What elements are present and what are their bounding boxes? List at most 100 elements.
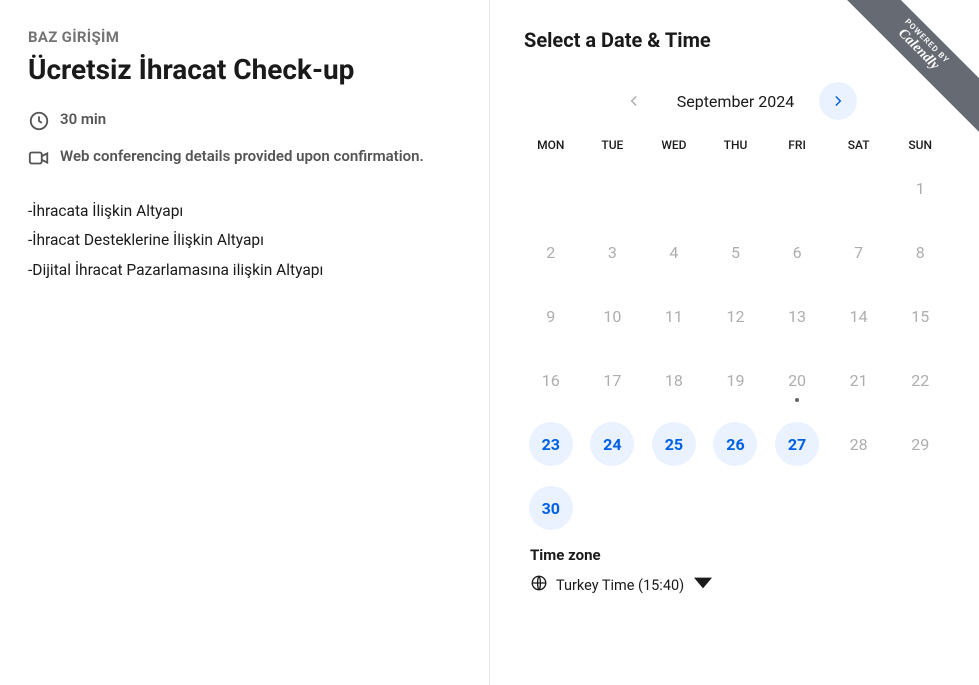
calendar-cell (828, 166, 890, 210)
calendar-cell: 25 (643, 422, 705, 466)
day-header: TUE (582, 138, 644, 152)
calendar-cell: 1 (889, 166, 951, 210)
day-header: FRI (766, 138, 828, 152)
calendar-cell: 18 (643, 358, 705, 402)
calendar-cell (643, 166, 705, 210)
description-line: -İhracata İlişkin Altyapı (28, 197, 459, 226)
description-line: -İhracat Desteklerine İlişkin Altyapı (28, 226, 459, 255)
calendar-day-unavailable: 28 (837, 422, 881, 466)
calendar-cell: 14 (828, 294, 890, 338)
calendar-cell: 17 (582, 358, 644, 402)
calendar-cell: 7 (828, 230, 890, 274)
month-label: September 2024 (661, 92, 811, 111)
duration-text: 30 min (60, 109, 106, 130)
day-header: SUN (889, 138, 951, 152)
calendar-cell: 22 (889, 358, 951, 402)
calendar-cell: 10 (582, 294, 644, 338)
chevron-left-icon (627, 94, 641, 108)
video-icon (28, 147, 50, 169)
calendar-cell (582, 486, 644, 530)
globe-icon (530, 574, 548, 596)
calendar-cell: 23 (520, 422, 582, 466)
event-description: -İhracata İlişkin Altyapı-İhracat Destek… (28, 197, 459, 285)
calendar-cell: 5 (705, 230, 767, 274)
calendar-cell: 27 (766, 422, 828, 466)
day-header: MON (520, 138, 582, 152)
next-month-button[interactable] (819, 82, 857, 120)
calendar-cell: 26 (705, 422, 767, 466)
calendar-cell: 19 (705, 358, 767, 402)
calendar-day-unavailable: 10 (590, 294, 634, 338)
calendar-day-unavailable: 13 (775, 294, 819, 338)
calendar-day-unavailable: 4 (652, 230, 696, 274)
calendar-cell: 24 (582, 422, 644, 466)
calendar-cell: 28 (828, 422, 890, 466)
day-header: THU (705, 138, 767, 152)
calendar-cell: 3 (582, 230, 644, 274)
calendar-day-unavailable: 21 (837, 358, 881, 402)
calendar-header: MONTUEWEDTHUFRISATSUN (520, 138, 951, 152)
calendar-day-unavailable: 18 (652, 358, 696, 402)
calendar-cell (889, 486, 951, 530)
calendar-cell: 20 (766, 358, 828, 402)
calendar-day-unavailable: 11 (652, 294, 696, 338)
timezone-selector[interactable]: Turkey Time (15:40) (530, 572, 712, 598)
calendar-body: 1234567891011121314151617181920212223242… (520, 166, 951, 530)
calendar-cell (828, 486, 890, 530)
calendar-day-unavailable: 2 (529, 230, 573, 274)
calendar-cell: 29 (889, 422, 951, 466)
today-indicator (795, 398, 799, 402)
month-navigation: September 2024 (520, 82, 951, 120)
calendar-cell (705, 166, 767, 210)
calendar-day-available[interactable]: 27 (775, 422, 819, 466)
calendar-day-unavailable: 12 (713, 294, 757, 338)
calendar-day-unavailable: 15 (898, 294, 942, 338)
calendar-cell: 13 (766, 294, 828, 338)
calendar-day-available[interactable]: 23 (529, 422, 573, 466)
timezone-section: Time zone Turkey Time (15:40) (530, 546, 951, 598)
calendar-cell: 8 (889, 230, 951, 274)
prev-month-button[interactable] (615, 82, 653, 120)
calendar-cell: 9 (520, 294, 582, 338)
calendar-cell: 2 (520, 230, 582, 274)
calendar: MONTUEWEDTHUFRISATSUN 123456789101112131… (520, 138, 951, 530)
calendar-day-available[interactable]: 30 (529, 486, 573, 530)
calendar-cell: 30 (520, 486, 582, 530)
day-header: SAT (828, 138, 890, 152)
calendar-cell (766, 166, 828, 210)
calendar-day-unavailable: 14 (837, 294, 881, 338)
clock-icon (28, 110, 50, 132)
calendar-day-unavailable: 16 (529, 358, 573, 402)
calendar-cell: 4 (643, 230, 705, 274)
calendar-day-unavailable: 17 (590, 358, 634, 402)
calendar-cell: 16 (520, 358, 582, 402)
description-line: -Dijital İhracat Pazarlamasına ilişkin A… (28, 256, 459, 285)
calendar-cell: 15 (889, 294, 951, 338)
calendar-cell: 21 (828, 358, 890, 402)
calendar-day-unavailable: 22 (898, 358, 942, 402)
calendar-day-unavailable: 8 (898, 230, 942, 274)
calendar-cell: 11 (643, 294, 705, 338)
calendar-day-available[interactable]: 24 (590, 422, 634, 466)
calendar-cell (520, 166, 582, 210)
calendar-day-unavailable: 5 (713, 230, 757, 274)
caret-down-icon (694, 574, 712, 596)
calendar-day-unavailable: 3 (590, 230, 634, 274)
calendar-cell: 12 (705, 294, 767, 338)
date-time-panel: Select a Date & Time September 2024 MONT… (490, 0, 979, 685)
organizer-name: BAZ GİRİŞİM (28, 28, 459, 46)
calendar-day-unavailable: 7 (837, 230, 881, 274)
calendar-day-available[interactable]: 26 (713, 422, 757, 466)
location-text: Web conferencing details provided upon c… (60, 146, 424, 167)
calendar-cell (582, 166, 644, 210)
event-title: Ücretsiz İhracat Check-up (28, 52, 459, 87)
calendar-day-unavailable: 19 (713, 358, 757, 402)
duration-row: 30 min (28, 109, 459, 132)
timezone-label: Turkey Time (15:40) (556, 577, 684, 594)
calendar-day-unavailable: 6 (775, 230, 819, 274)
location-row: Web conferencing details provided upon c… (28, 146, 459, 169)
calendar-day-unavailable: 20 (775, 358, 819, 402)
calendar-day-unavailable: 1 (898, 166, 942, 210)
event-details-panel: BAZ GİRİŞİM Ücretsiz İhracat Check-up 30… (0, 0, 490, 685)
calendar-day-available[interactable]: 25 (652, 422, 696, 466)
